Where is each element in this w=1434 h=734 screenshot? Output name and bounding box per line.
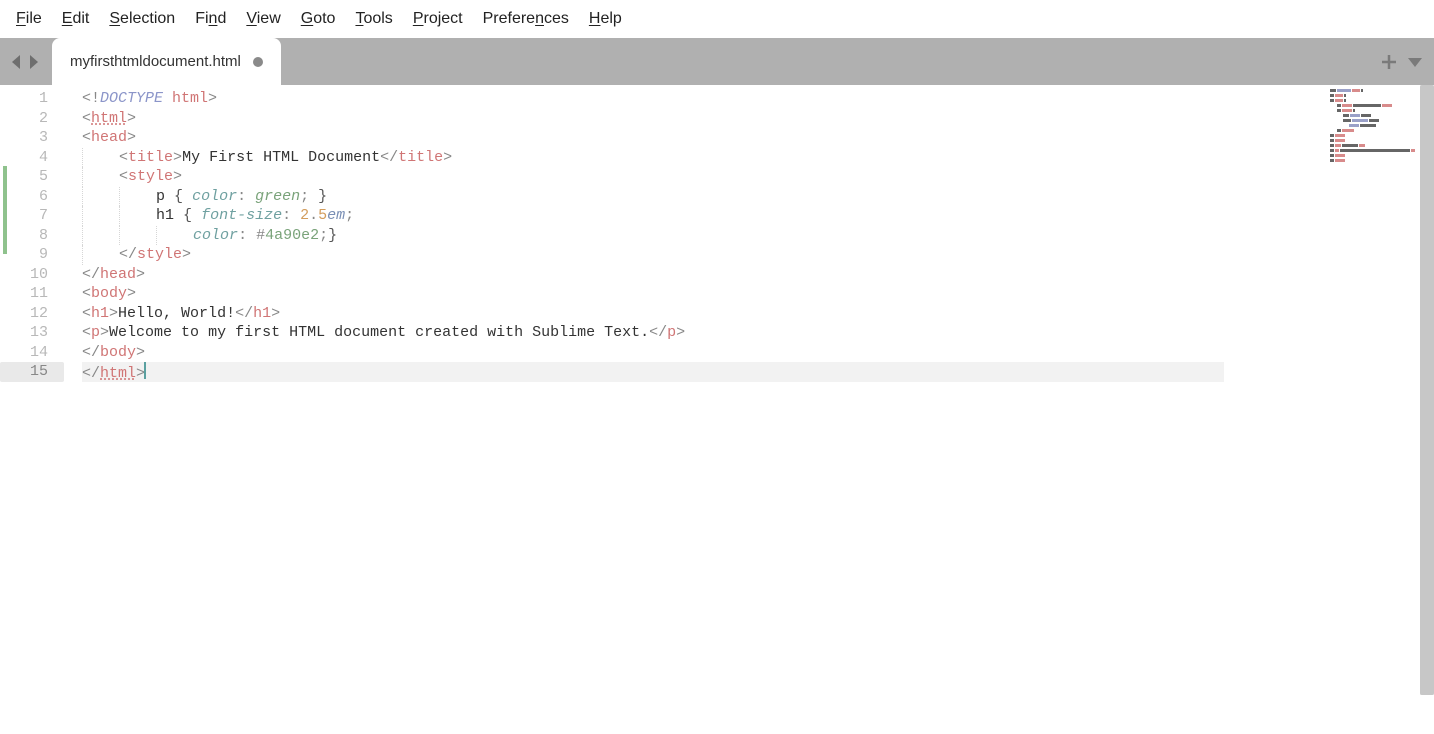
tab-title: myfirsthtmldocument.html — [70, 53, 241, 70]
tab-strip: myfirsthtmldocument.html — [0, 38, 1434, 85]
menu-edit[interactable]: Edit — [52, 6, 100, 32]
code-line: <!DOCTYPE html> — [82, 89, 1224, 109]
code-line: p { color: green; } — [82, 187, 1224, 207]
line-number: 5 — [0, 167, 64, 187]
code-line: </body> — [82, 343, 1224, 363]
code-line: h1 { font-size: 2.5em; — [82, 206, 1224, 226]
code-line: <body> — [82, 284, 1224, 304]
line-number: 10 — [0, 265, 64, 285]
menu-bar: File Edit Selection Find View Goto Tools… — [0, 0, 1434, 38]
tab-menu-icon[interactable] — [1406, 53, 1424, 71]
menu-file[interactable]: File — [6, 6, 52, 32]
menu-tools[interactable]: Tools — [345, 6, 402, 32]
line-number: 14 — [0, 343, 64, 363]
code-line: <style> — [82, 167, 1224, 187]
code-line: </style> — [82, 245, 1224, 265]
line-number: 2 — [0, 109, 64, 129]
menu-goto[interactable]: Goto — [291, 6, 346, 32]
menu-find[interactable]: Find — [185, 6, 236, 32]
text-cursor — [144, 362, 146, 379]
minimap[interactable] — [1330, 89, 1420, 734]
menu-project[interactable]: Project — [403, 6, 473, 32]
nav-forward-icon[interactable] — [26, 52, 42, 72]
line-number: 4 — [0, 148, 64, 168]
line-number: 12 — [0, 304, 64, 324]
scrollbar-thumb[interactable] — [1420, 85, 1434, 695]
line-number: 1 — [0, 89, 64, 109]
code-editor[interactable]: <!DOCTYPE html><html><head> <title>My Fi… — [82, 89, 1224, 382]
vertical-scrollbar[interactable] — [1420, 85, 1434, 695]
tab-active[interactable]: myfirsthtmldocument.html — [52, 38, 281, 85]
nav-back-icon[interactable] — [8, 52, 24, 72]
code-line: <p>Welcome to my first HTML document cre… — [82, 323, 1224, 343]
code-line: <html> — [82, 109, 1224, 129]
line-number: 9 — [0, 245, 64, 265]
code-line: </html> — [82, 362, 1224, 382]
line-number: 13 — [0, 323, 64, 343]
line-number: 7 — [0, 206, 64, 226]
menu-view[interactable]: View — [236, 6, 290, 32]
code-line: <title>My First HTML Document</title> — [82, 148, 1224, 168]
code-line: <head> — [82, 128, 1224, 148]
line-number: 11 — [0, 284, 64, 304]
line-number: 3 — [0, 128, 64, 148]
code-line: </head> — [82, 265, 1224, 285]
line-number-gutter[interactable]: 123456789101112131415 — [0, 85, 64, 382]
menu-preferences[interactable]: Preferences — [473, 6, 579, 32]
line-number: 6 — [0, 187, 64, 207]
line-number: 15 — [0, 362, 64, 382]
menu-help[interactable]: Help — [579, 6, 632, 32]
line-number: 8 — [0, 226, 64, 246]
code-line: <h1>Hello, World!</h1> — [82, 304, 1224, 324]
code-line: color: #4a90e2;} — [82, 226, 1224, 246]
tab-history-nav — [8, 52, 42, 72]
editor-area: 123456789101112131415 <!DOCTYPE html><ht… — [0, 85, 1434, 734]
new-tab-icon[interactable] — [1380, 53, 1398, 71]
menu-selection[interactable]: Selection — [99, 6, 185, 32]
tab-dirty-indicator-icon — [253, 57, 263, 67]
